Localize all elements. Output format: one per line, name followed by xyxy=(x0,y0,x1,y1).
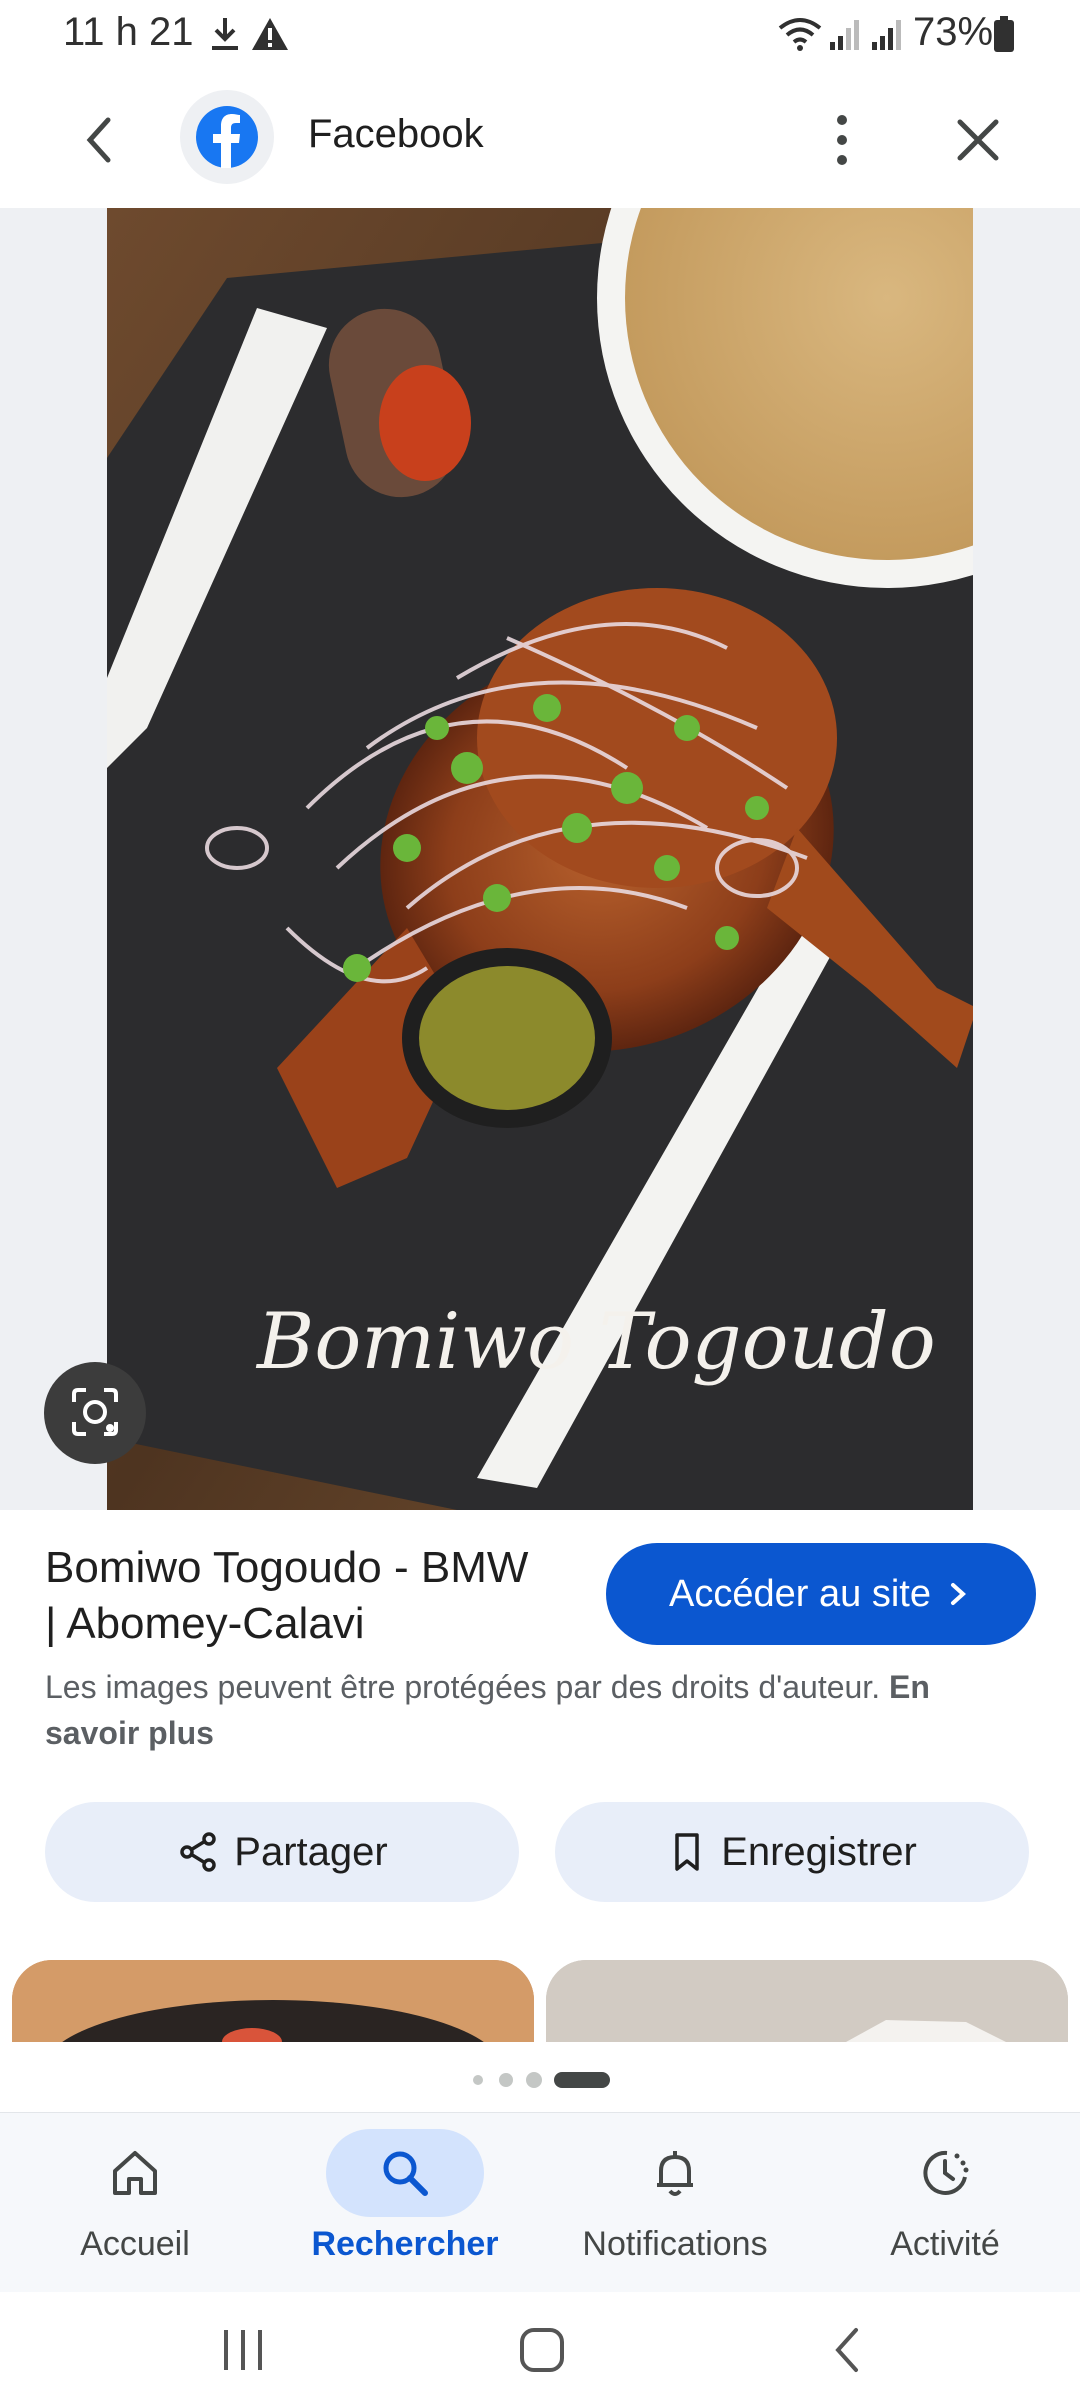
related-image-1[interactable] xyxy=(12,1960,534,2042)
status-time: 11 h 21 xyxy=(63,10,194,54)
home-icon xyxy=(113,2151,157,2195)
visit-site-button[interactable]: Accéder au site xyxy=(606,1543,1036,1645)
warning-icon xyxy=(250,14,290,59)
home-system-icon[interactable] xyxy=(518,2326,566,2379)
result-title[interactable]: Bomiwo Togoudo - BMW | Abomey-Calavi xyxy=(45,1540,585,1652)
lens-button[interactable] xyxy=(44,1362,146,1464)
search-icon xyxy=(383,2151,428,2196)
back-icon[interactable] xyxy=(78,114,122,171)
chevron-right-icon xyxy=(950,1583,966,1605)
battery-icon xyxy=(992,14,1016,59)
result-title-line1: Bomiwo Togoudo - BMW xyxy=(45,1543,529,1592)
download-icon xyxy=(208,14,242,59)
app-bar: Facebook xyxy=(0,72,1080,208)
nav-search[interactable]: Rechercher xyxy=(270,2113,540,2293)
google-lens-icon xyxy=(72,1388,118,1436)
save-button[interactable]: Enregistrer xyxy=(555,1802,1029,1902)
visit-site-label: Accéder au site xyxy=(669,1572,931,1615)
share-button[interactable]: Partager xyxy=(45,1802,519,1902)
nav-search-label: Rechercher xyxy=(311,2225,499,2263)
related-image-2[interactable] xyxy=(546,1960,1068,2042)
nav-home[interactable]: Accueil xyxy=(0,2113,270,2293)
nav-home-label: Accueil xyxy=(80,2225,190,2263)
nav-activity-label: Activité xyxy=(890,2225,1000,2263)
nav-notifications-label: Notifications xyxy=(582,2225,768,2263)
activity-icon xyxy=(923,2150,969,2195)
battery-percent: 73% xyxy=(913,10,994,54)
signal-icon-2 xyxy=(870,14,904,59)
share-icon xyxy=(180,1832,217,1872)
dish-photo[interactable]: Bomiwo Togoudo xyxy=(107,208,973,1510)
more-vert-icon[interactable] xyxy=(822,110,862,175)
image-caption: Bomiwo Togoudo xyxy=(255,1297,936,1387)
system-navigation-bar xyxy=(0,2292,1080,2408)
nav-notifications[interactable]: Notifications xyxy=(540,2113,810,2293)
bell-icon xyxy=(657,2151,693,2196)
carousel-indicator xyxy=(0,2070,1080,2090)
signal-icon xyxy=(828,14,862,59)
result-title-line2: | Abomey-Calavi xyxy=(45,1599,365,1648)
status-bar: 11 h 21 73% xyxy=(0,0,1080,72)
recent-apps-icon[interactable] xyxy=(220,2328,266,2377)
copyright-text: Les images peuvent être protégées par de… xyxy=(45,1669,881,1705)
image-viewer[interactable]: Bomiwo Togoudo xyxy=(0,208,1080,1510)
nav-activity[interactable]: Activité xyxy=(810,2113,1080,2293)
system-back-icon[interactable] xyxy=(828,2326,868,2379)
share-label: Partager xyxy=(234,1829,388,1874)
save-label: Enregistrer xyxy=(721,1829,917,1874)
close-icon[interactable] xyxy=(952,114,1004,171)
facebook-logo-icon xyxy=(180,90,274,184)
copyright-notice: Les images peuvent être protégées par de… xyxy=(45,1664,1005,1756)
wifi-icon xyxy=(776,14,824,59)
bottom-navigation: Accueil Rechercher Notifications Activit… xyxy=(0,2112,1080,2293)
app-bar-title: Facebook xyxy=(308,112,484,156)
bookmark-icon xyxy=(675,1833,699,1871)
